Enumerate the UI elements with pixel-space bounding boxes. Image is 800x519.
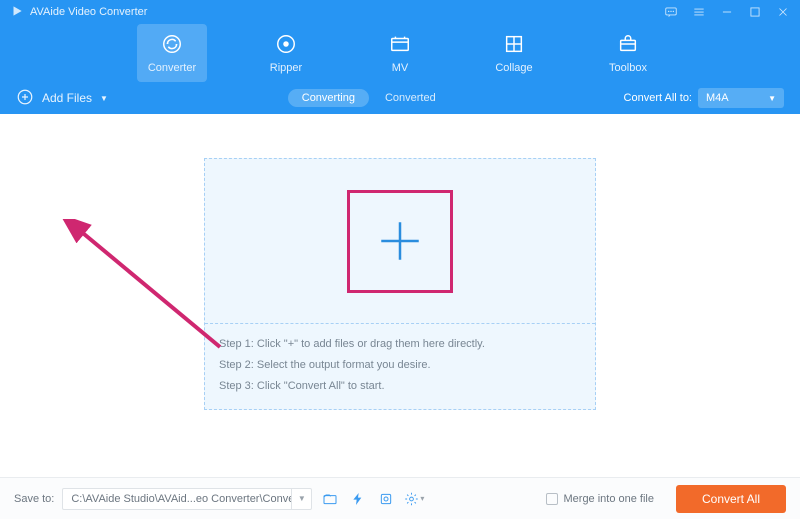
subbar: Add Files ▼ Converting Converted Convert… xyxy=(0,82,800,114)
close-icon[interactable] xyxy=(776,5,790,19)
step-2: Step 2: Select the output format you des… xyxy=(219,355,581,376)
app-logo: AVAide Video Converter xyxy=(10,4,147,21)
minimize-icon[interactable] xyxy=(720,5,734,19)
nav-label: Converter xyxy=(148,62,196,74)
converter-icon xyxy=(161,33,183,58)
tab-converted[interactable]: Converted xyxy=(377,89,444,107)
checkbox-icon xyxy=(546,493,558,505)
add-files-label: Add Files xyxy=(42,91,92,105)
nav-label: Collage xyxy=(495,62,532,74)
convert-all-label: Convert All to: xyxy=(624,92,692,104)
merge-label: Merge into one file xyxy=(564,493,655,505)
footer: Save to: C:\AVAide Studio\AVAid...eo Con… xyxy=(0,477,800,519)
nav-label: Ripper xyxy=(270,62,302,74)
gpu-icon[interactable] xyxy=(376,489,396,509)
nav-label: Toolbox xyxy=(609,62,647,74)
open-folder-button[interactable] xyxy=(320,489,340,509)
main-area: Step 1: Click "+" to add files or drag t… xyxy=(0,114,800,477)
feedback-icon[interactable] xyxy=(664,5,678,19)
app-title: AVAide Video Converter xyxy=(30,6,147,18)
window-controls xyxy=(664,5,790,19)
plus-icon xyxy=(375,216,425,266)
chevron-down-icon: ▼ xyxy=(100,94,108,103)
menu-icon[interactable] xyxy=(692,5,706,19)
save-to-label: Save to: xyxy=(14,493,54,505)
nav-label: MV xyxy=(392,62,409,74)
add-files-big-button[interactable] xyxy=(347,190,453,293)
ripper-icon xyxy=(275,33,297,58)
nav-collage[interactable]: Collage xyxy=(479,24,549,82)
nav-toolbox[interactable]: Toolbox xyxy=(593,24,663,82)
settings-icon[interactable]: ▾ xyxy=(404,489,424,509)
format-select[interactable]: M4A ▼ xyxy=(698,88,784,108)
save-path-value: C:\AVAide Studio\AVAid...eo Converter\Co… xyxy=(63,493,291,505)
save-path-select[interactable]: C:\AVAide Studio\AVAid...eo Converter\Co… xyxy=(62,488,312,510)
merge-checkbox[interactable]: Merge into one file xyxy=(546,493,655,505)
format-value: M4A xyxy=(706,92,729,104)
maximize-icon[interactable] xyxy=(748,5,762,19)
step-1: Step 1: Click "+" to add files or drag t… xyxy=(219,334,581,355)
convert-all-to: Convert All to: M4A ▼ xyxy=(624,88,784,108)
dropzone-top xyxy=(205,159,595,323)
status-tabs: Converting Converted xyxy=(288,89,444,107)
dropzone-steps: Step 1: Click "+" to add files or drag t… xyxy=(205,323,595,409)
dropzone[interactable]: Step 1: Click "+" to add files or drag t… xyxy=(204,158,596,410)
toolbox-icon xyxy=(617,33,639,58)
nav-ripper[interactable]: Ripper xyxy=(251,24,321,82)
play-icon xyxy=(10,4,24,21)
convert-all-button[interactable]: Convert All xyxy=(676,485,786,513)
annotation-arrow xyxy=(48,219,228,359)
tab-converting[interactable]: Converting xyxy=(288,89,369,107)
add-files-button[interactable]: Add Files ▼ xyxy=(16,88,108,109)
nav-converter[interactable]: Converter xyxy=(137,24,207,82)
titlebar: AVAide Video Converter xyxy=(0,0,800,24)
step-3: Step 3: Click "Convert All" to start. xyxy=(219,376,581,397)
speed-icon[interactable] xyxy=(348,489,368,509)
plus-circle-icon xyxy=(16,88,34,109)
mv-icon xyxy=(389,33,411,58)
chevron-down-icon[interactable]: ▼ xyxy=(291,489,311,509)
chevron-down-icon: ▼ xyxy=(768,94,776,103)
nav-mv[interactable]: MV xyxy=(365,24,435,82)
collage-icon xyxy=(503,33,525,58)
navbar: Converter Ripper MV Collage Toolbox xyxy=(0,24,800,82)
